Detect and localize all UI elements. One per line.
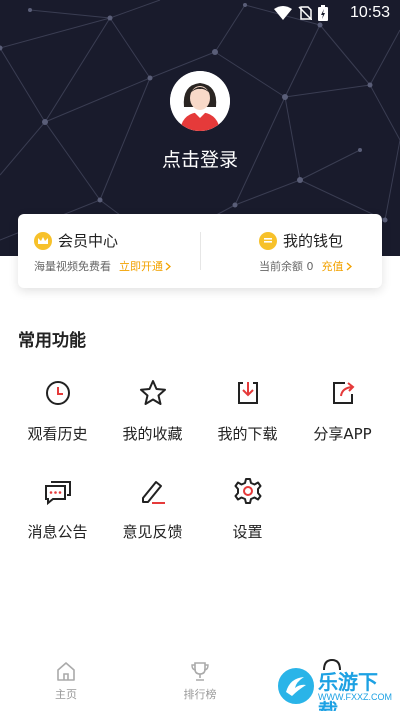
home-icon xyxy=(57,662,75,681)
clock-icon xyxy=(46,381,70,405)
function-settings[interactable]: 设置 xyxy=(200,476,295,556)
watermark-url: WWW.FXXZ.COM xyxy=(318,692,392,702)
wallet[interactable]: 我的钱包 当前余额 0 充值 xyxy=(201,214,382,288)
chevron-right-icon xyxy=(346,262,352,270)
edit-icon xyxy=(142,481,165,504)
wallet-title-row: 我的钱包 xyxy=(259,230,343,251)
gear-icon xyxy=(234,478,262,504)
coin-icon xyxy=(259,231,277,250)
vip-subtitle-row: 海量视频免费看 立即开通 xyxy=(34,258,171,274)
vip-title: 会员中心 xyxy=(58,232,119,250)
vip-title-row: 会员中心 xyxy=(34,230,118,251)
function-label: 消息公告 xyxy=(27,523,88,541)
function-label: 观看历史 xyxy=(27,425,88,443)
star-icon xyxy=(140,380,166,405)
wallet-balance: 当前余额 0 xyxy=(259,260,314,273)
watermark: 乐游下载 WWW.FXXZ.COM xyxy=(276,664,394,711)
message-icon xyxy=(45,481,71,506)
wallet-title: 我的钱包 xyxy=(283,232,344,250)
vip-open-label: 立即开通 xyxy=(119,260,163,273)
wallet-subtitle-row: 当前余额 0 充值 xyxy=(259,258,352,274)
battery-charging-icon xyxy=(318,5,328,21)
function-label: 分享APP xyxy=(313,425,372,443)
account-card: 会员中心 海量视频免费看 立即开通 我的钱包 当前余额 0 充值 xyxy=(18,214,382,288)
function-favorites[interactable]: 我的收藏 xyxy=(105,378,200,458)
vip-open-link[interactable]: 立即开通 xyxy=(119,258,171,274)
share-icon xyxy=(333,382,355,404)
recharge-label: 充值 xyxy=(321,260,344,273)
function-share[interactable]: 分享APP xyxy=(295,378,390,458)
nav-ranking-label: 排行榜 xyxy=(183,688,217,701)
avatar[interactable] xyxy=(170,71,230,131)
status-time: 10:53 xyxy=(349,4,390,21)
status-bar: 10:53 xyxy=(0,0,400,28)
nav-home[interactable]: 主页 xyxy=(26,660,106,702)
nav-home-label: 主页 xyxy=(55,688,77,701)
status-icons xyxy=(274,5,328,21)
no-sim-icon xyxy=(298,6,312,20)
chevron-right-icon xyxy=(165,262,171,270)
function-feedback[interactable]: 意见反馈 xyxy=(105,476,200,556)
section-title: 常用功能 xyxy=(18,331,86,351)
login-link[interactable]: 点击登录 xyxy=(0,145,400,172)
crown-icon xyxy=(34,231,52,250)
watermark-text: 乐游下载 xyxy=(318,670,378,711)
wifi-icon xyxy=(274,6,292,20)
function-label: 我的收藏 xyxy=(122,425,183,443)
watermark-logo-icon xyxy=(276,666,316,706)
function-label: 设置 xyxy=(232,523,263,541)
function-history[interactable]: 观看历史 xyxy=(10,378,105,458)
avatar-icon xyxy=(170,71,230,131)
recharge-link[interactable]: 充值 xyxy=(322,258,352,274)
function-label: 意见反馈 xyxy=(122,523,183,541)
vip-subtitle: 海量视频免费看 xyxy=(34,260,111,273)
function-label: 我的下载 xyxy=(217,425,278,443)
function-messages[interactable]: 消息公告 xyxy=(10,476,105,556)
nav-ranking[interactable]: 排行榜 xyxy=(160,660,240,702)
vip-center[interactable]: 会员中心 海量视频免费看 立即开通 xyxy=(18,214,200,288)
trophy-icon xyxy=(191,662,209,681)
function-downloads[interactable]: 我的下载 xyxy=(200,378,295,458)
download-icon xyxy=(238,382,258,404)
